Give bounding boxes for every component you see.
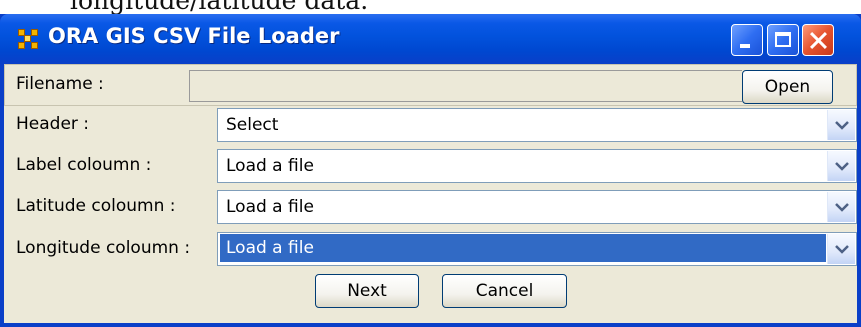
ora-app-icon: [18, 29, 38, 49]
latitude-column-label: Latitude coloumn :: [16, 196, 176, 216]
header-label: Header :: [16, 114, 90, 134]
title-bar[interactable]: ORA GIS CSV File Loader: [0, 14, 861, 64]
window-title: ORA GIS CSV File Loader: [48, 24, 340, 48]
filename-label: Filename :: [16, 74, 104, 94]
cancel-button[interactable]: Cancel: [442, 274, 567, 308]
file-loader-window: ORA GIS CSV File Loader Filename : Open …: [0, 14, 861, 327]
label-column-select[interactable]: Load a file: [217, 149, 857, 183]
document-text-line: longitude/latitude data.: [70, 0, 368, 14]
filename-field[interactable]: [189, 70, 742, 102]
longitude-column-select[interactable]: Load a file: [217, 232, 857, 266]
latitude-column-value: Load a file: [226, 197, 314, 217]
close-icon[interactable]: [802, 24, 834, 56]
longitude-column-label: Longitude coloumn :: [16, 238, 191, 258]
maximize-icon[interactable]: [767, 24, 799, 56]
header-select-value: Select: [226, 115, 279, 135]
header-select[interactable]: Select: [217, 108, 857, 142]
chevron-down-icon[interactable]: [827, 192, 855, 222]
next-button[interactable]: Next: [315, 274, 419, 308]
longitude-column-value: Load a file: [220, 234, 826, 262]
chevron-down-icon[interactable]: [827, 151, 855, 181]
document-partial-text: longitude/latitude data.: [0, 0, 861, 14]
minimize-icon[interactable]: [731, 24, 763, 56]
label-column-value: Load a file: [226, 156, 314, 176]
chevron-down-icon[interactable]: [827, 110, 855, 140]
label-column-label: Label coloumn :: [16, 155, 152, 175]
dialog-content: Filename : Open Header : Select Label co…: [4, 64, 857, 323]
latitude-column-select[interactable]: Load a file: [217, 190, 857, 224]
open-button[interactable]: Open: [742, 70, 833, 104]
chevron-down-icon[interactable]: [827, 234, 855, 264]
